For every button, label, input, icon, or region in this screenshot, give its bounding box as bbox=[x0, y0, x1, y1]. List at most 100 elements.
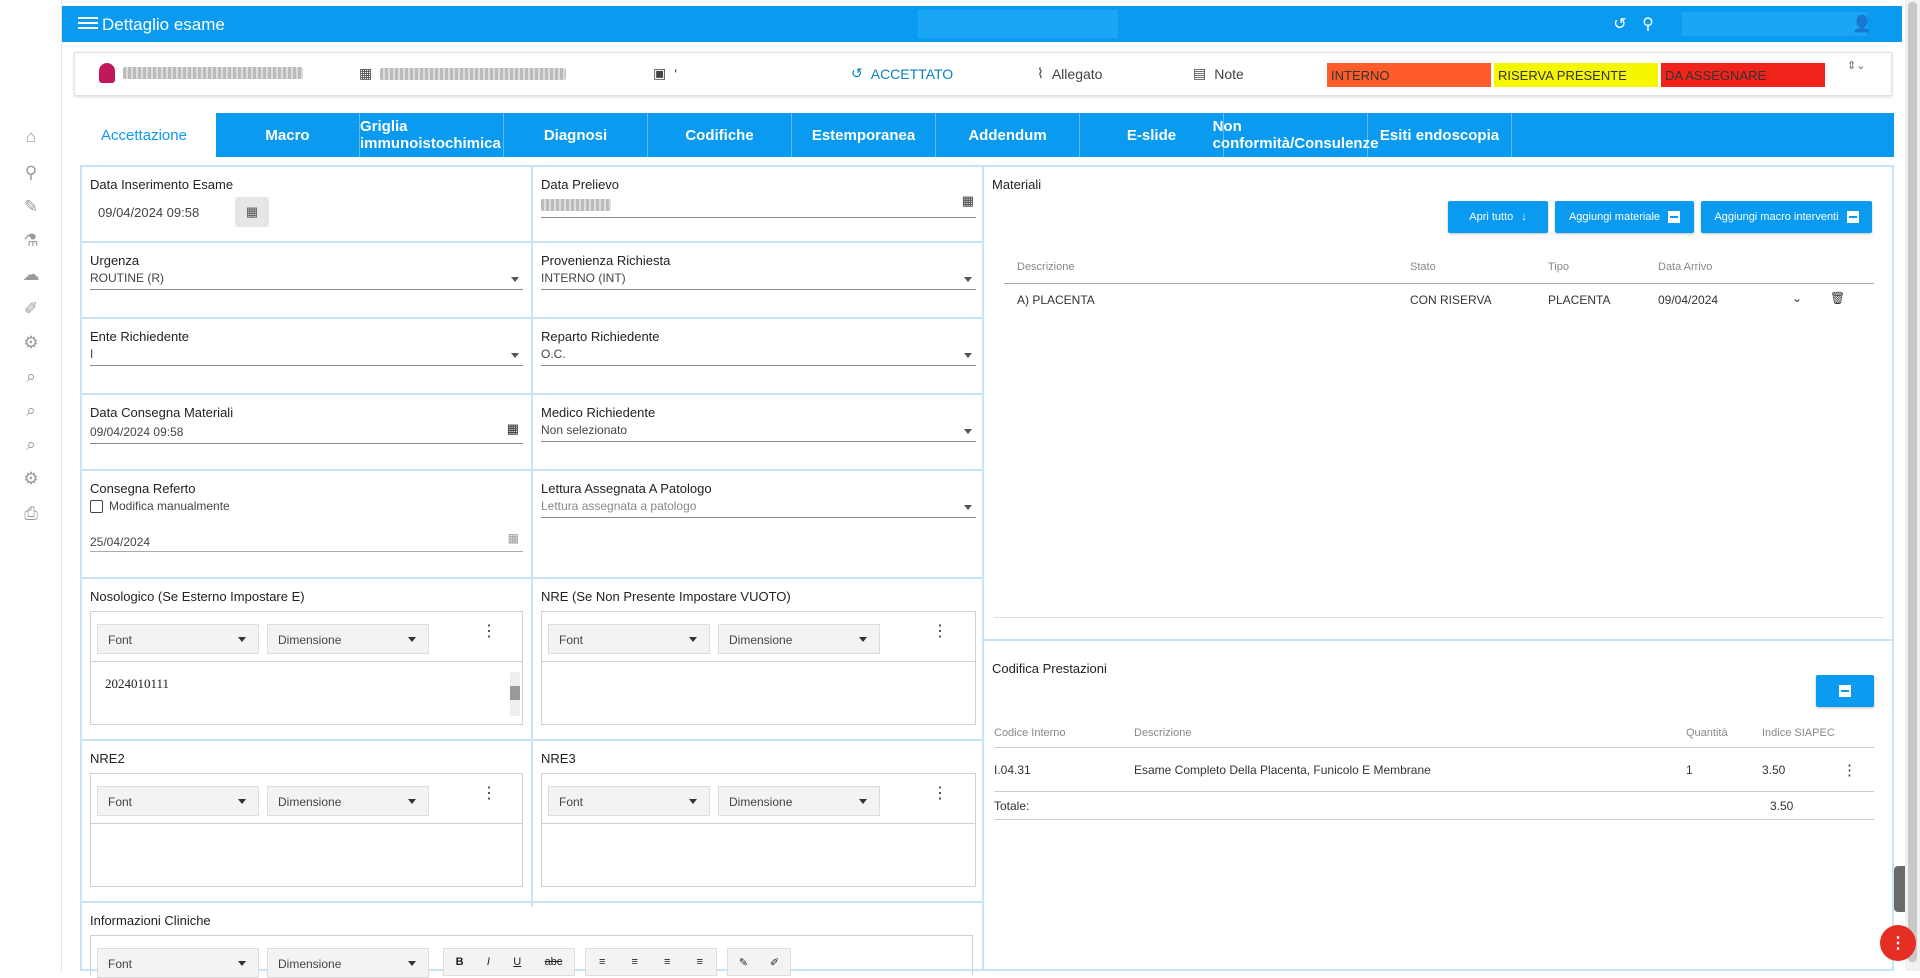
user-icon[interactable]: 👤 bbox=[1850, 12, 1874, 36]
label-provenienza: Provenienza Richiesta bbox=[541, 253, 671, 268]
aggiungi-macro-button[interactable]: Aggiungi macro interventi bbox=[1701, 201, 1872, 233]
checkbox-box[interactable] bbox=[90, 500, 103, 514]
chart-search-icon-3[interactable]: ⌕ bbox=[20, 434, 42, 456]
edit-doc-icon[interactable]: ✎ bbox=[739, 956, 748, 969]
chevron-down-icon[interactable]: ⌄ bbox=[1792, 291, 1802, 305]
nosologico-value[interactable]: 2024010111 bbox=[91, 662, 522, 706]
tab-accettazione[interactable]: Accettazione bbox=[72, 113, 216, 157]
align-center-icon[interactable]: ≡ bbox=[632, 956, 638, 968]
tab-diagnosi[interactable]: Diagnosi bbox=[504, 113, 648, 157]
puzzle-icon[interactable]: ⚙ bbox=[20, 332, 42, 354]
col-indice: Indice SIAPEC bbox=[1762, 727, 1835, 739]
bold-icon[interactable]: B bbox=[456, 956, 464, 968]
underline bbox=[541, 365, 976, 366]
modifica-manualmente-checkbox[interactable]: Modifica manualmente bbox=[90, 499, 230, 514]
history-icon[interactable]: ↺ bbox=[1608, 12, 1632, 36]
cloud-icon[interactable]: ☁ bbox=[20, 264, 42, 286]
field-lettura-patologo[interactable]: Lettura Assegnata A Patologo Lettura ass… bbox=[533, 471, 984, 579]
field-consegna-materiali[interactable]: Data Consegna Materiali 09/04/2024 09:58… bbox=[82, 395, 531, 471]
calendar-picker-icon[interactable]: ▦ bbox=[235, 197, 269, 227]
font-select[interactable]: Font bbox=[97, 624, 259, 654]
tab-estemporanea[interactable]: Estemporanea bbox=[792, 113, 936, 157]
clear-format-icon[interactable]: ✐ bbox=[770, 956, 779, 969]
field-info-cliniche: Informazioni Cliniche Font Dimensione B I… bbox=[82, 903, 984, 978]
field-reparto[interactable]: Reparto Richiedente O.C. bbox=[533, 319, 984, 395]
align-right-icon[interactable]: ≡ bbox=[664, 956, 670, 968]
tab-addendum[interactable]: Addendum bbox=[936, 113, 1080, 157]
tab-esiti-endoscopia[interactable]: Esiti endoscopia bbox=[1368, 113, 1512, 157]
row-codice: I.04.31 bbox=[994, 763, 1031, 777]
row-descrizione: A) PLACENTA bbox=[1017, 293, 1095, 307]
print-icon[interactable]: ⎙ bbox=[20, 503, 42, 525]
tab-griglia-immunoistochimica[interactable]: Griglia immunoistochimica bbox=[360, 113, 504, 157]
size-select[interactable]: Dimensione bbox=[718, 786, 880, 816]
apri-tutto-button[interactable]: Apri tutto ↓ bbox=[1448, 201, 1548, 233]
more-options-icon[interactable]: ⋮ bbox=[481, 624, 497, 640]
nre-editor[interactable]: Font Dimensione ⋮ bbox=[541, 611, 976, 725]
underline-icon[interactable]: U bbox=[513, 956, 521, 968]
fab-more-icon[interactable]: ⋮ bbox=[1880, 925, 1916, 961]
page-scrollbar[interactable] bbox=[1905, 0, 1920, 971]
editor-toolbar: Font Dimensione ⋮ bbox=[542, 774, 975, 824]
tab-codifiche[interactable]: Codifiche bbox=[648, 113, 792, 157]
align-justify-icon[interactable]: ≡ bbox=[697, 956, 703, 968]
more-options-icon[interactable]: ⋮ bbox=[1842, 761, 1857, 779]
more-options-icon[interactable]: ⋮ bbox=[932, 786, 948, 802]
pencil-icon[interactable]: ✎ bbox=[20, 196, 42, 218]
nre2-editor[interactable]: Font Dimensione ⋮ bbox=[90, 773, 523, 887]
aggiungi-materiale-button[interactable]: Aggiungi materiale bbox=[1555, 201, 1694, 233]
more-options-icon[interactable]: ⋮ bbox=[932, 624, 948, 640]
accettazione-form: Data Inserimento Esame 09/04/2024 09:58 … bbox=[80, 165, 984, 978]
value-data-inserimento[interactable]: 09/04/2024 09:58 bbox=[98, 205, 199, 220]
chevron-down-icon bbox=[964, 277, 972, 282]
size-select[interactable]: Dimensione bbox=[267, 948, 429, 978]
add-prestazione-button[interactable] bbox=[1816, 675, 1874, 707]
strikethrough-icon[interactable]: abc bbox=[545, 956, 563, 968]
attachment-button[interactable]: ⌇ Allegato bbox=[1037, 65, 1102, 82]
tab-e-slide[interactable]: E-slide bbox=[1080, 113, 1224, 157]
col-codice: Codice Interno bbox=[994, 727, 1066, 739]
home-icon[interactable]: ⌂ bbox=[20, 126, 42, 148]
calendar-icon[interactable]: ▦ bbox=[507, 421, 519, 437]
settings-icon[interactable]: ⚙ bbox=[20, 468, 42, 490]
font-select[interactable]: Font bbox=[548, 624, 710, 654]
label-nre2: NRE2 bbox=[90, 751, 125, 766]
italic-icon[interactable]: I bbox=[487, 956, 490, 968]
label-data-inserimento: Data Inserimento Esame bbox=[90, 177, 234, 192]
size-select[interactable]: Dimensione bbox=[718, 624, 880, 654]
size-select[interactable]: Dimensione bbox=[267, 624, 429, 654]
trash-icon[interactable]: 🗑 bbox=[1830, 291, 1845, 305]
nosologico-editor[interactable]: Font Dimensione ⋮ 2024010111 bbox=[90, 611, 523, 725]
calendar-icon-prelievo[interactable]: ▦ bbox=[962, 193, 974, 209]
font-select[interactable]: Font bbox=[97, 786, 259, 816]
field-medico[interactable]: Medico Richiedente Non selezionato bbox=[533, 395, 984, 471]
field-provenienza[interactable]: Provenienza Richiesta INTERNO (INT) bbox=[533, 243, 984, 319]
tab-non-conformita[interactable]: Non conformità/Consulenze bbox=[1213, 113, 1378, 157]
size-select[interactable]: Dimensione bbox=[267, 786, 429, 816]
more-options-icon[interactable]: ⋮ bbox=[481, 786, 497, 802]
chart-search-icon[interactable]: ⌕ bbox=[20, 366, 42, 388]
font-select[interactable]: Font bbox=[548, 786, 710, 816]
field-consegna-referto: Consegna Referto Modifica manualmente 25… bbox=[82, 471, 531, 579]
edit-icon[interactable]: ✐ bbox=[20, 298, 42, 320]
search-icon[interactable]: ⚲ bbox=[1636, 12, 1660, 36]
notes-button[interactable]: ▤ Note bbox=[1193, 65, 1244, 82]
exam-date-redacted bbox=[380, 67, 567, 80]
nre3-editor[interactable]: Font Dimensione ⋮ bbox=[541, 773, 976, 887]
tab-macro[interactable]: Macro bbox=[216, 113, 360, 157]
font-select[interactable]: Font bbox=[97, 948, 259, 978]
data-prelievo-redacted[interactable] bbox=[541, 199, 611, 211]
chart-search-icon-2[interactable]: ⌕ bbox=[20, 400, 42, 422]
field-urgenza[interactable]: Urgenza ROUTINE (R) bbox=[82, 243, 531, 319]
header-expand-icon[interactable]: ⇕⌄ bbox=[1847, 59, 1865, 72]
hamburger-menu-icon[interactable] bbox=[78, 14, 98, 34]
align-left-icon[interactable]: ≡ bbox=[599, 956, 605, 968]
field-ente[interactable]: Ente Richiedente I bbox=[82, 319, 531, 395]
add-box-icon bbox=[1846, 211, 1859, 223]
editor-scrollbar[interactable] bbox=[510, 672, 520, 716]
microscope-icon[interactable]: ⚲ bbox=[20, 162, 42, 184]
value-consegna-referto[interactable]: 25/04/2024 bbox=[90, 535, 150, 549]
info-cliniche-editor[interactable]: Font Dimensione B I Uabc ≡ ≡ ≡ ≡ ✎ ✐ bbox=[90, 935, 973, 978]
flask-icon[interactable]: ⚗ bbox=[20, 230, 42, 252]
scrollbar-thumb[interactable] bbox=[1908, 2, 1917, 962]
